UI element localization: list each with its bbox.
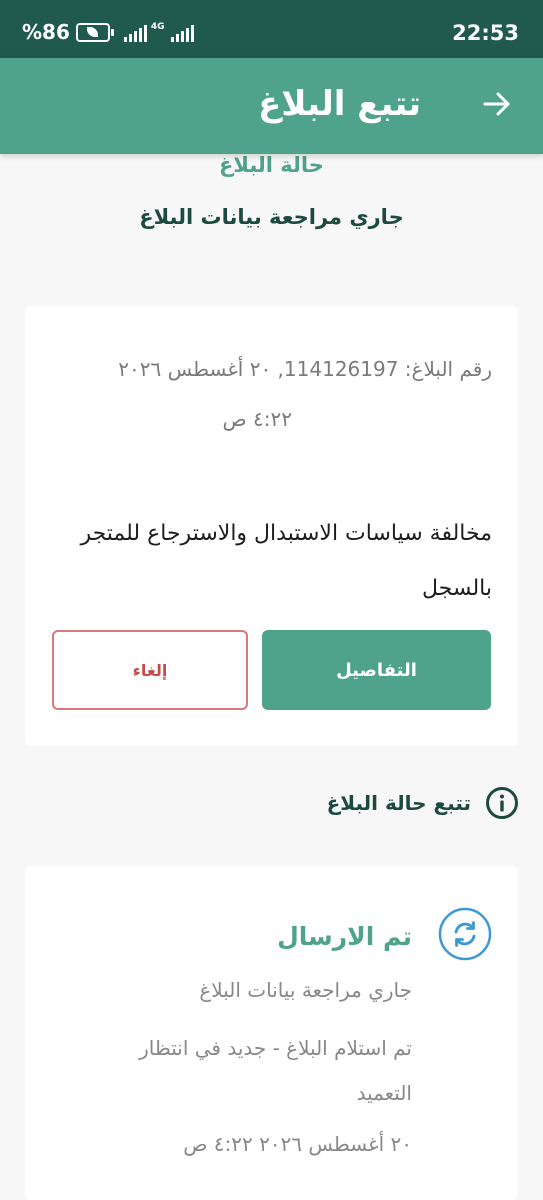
battery-percent: %86 bbox=[22, 20, 70, 44]
report-number-date: رقم البلاغ: 114126197, ٢٠ أغسطس ٢٠٢٦ bbox=[118, 357, 492, 381]
step-title: تم الارسال bbox=[277, 922, 412, 951]
report-reason-line1: مخالفة سياسات الاستبدال والاسترجاع للمتج… bbox=[80, 521, 492, 546]
report-meta: رقم البلاغ: 114126197, ٢٠ أغسطس ٢٠٢٦ ٤:٢… bbox=[52, 344, 492, 444]
sync-icon bbox=[438, 907, 492, 961]
step-subtitle: جاري مراجعة بيانات البلاغ bbox=[199, 978, 412, 1002]
report-card: رقم البلاغ: 114126197, ٢٠ أغسطس ٢٠٢٦ ٤:٢… bbox=[25, 306, 518, 746]
step-description: تم استلام البلاغ - جديد في انتظار التعمي… bbox=[139, 1036, 412, 1105]
arrow-right-icon[interactable] bbox=[481, 88, 513, 120]
tracking-section-header: تتبع حالة البلاغ bbox=[327, 786, 519, 820]
status-bar: %86 4G 22:53 bbox=[0, 0, 543, 58]
report-reason-line2: بالسجل bbox=[421, 576, 492, 601]
info-icon bbox=[486, 787, 518, 819]
status-left-group: %86 4G bbox=[22, 20, 194, 44]
tracking-title: تتبع حالة البلاغ bbox=[326, 791, 471, 815]
report-status-value: جاري مراجعة بيانات البلاغ bbox=[139, 205, 404, 229]
report-status-label: حالة البلاغ bbox=[219, 153, 324, 177]
battery-icon bbox=[75, 22, 114, 42]
cancel-button[interactable]: إلغاء bbox=[52, 630, 248, 710]
step-date: ٢٠ أغسطس ٢٠٢٦ ٤:٢٢ ص bbox=[183, 1132, 412, 1156]
details-button[interactable]: التفاصيل bbox=[262, 630, 491, 710]
report-reason: مخالفة سياسات الاستبدال والاسترجاع للمتج… bbox=[47, 506, 492, 616]
signal-icon: 4G bbox=[123, 22, 194, 42]
clock: 22:53 bbox=[452, 21, 519, 45]
network-type: 4G bbox=[150, 22, 165, 32]
tracking-step-card: تم الارسال جاري مراجعة بيانات البلاغ تم … bbox=[25, 866, 518, 1200]
screen: %86 4G 22:53 تتبع البلاغ حالة البلاغ جار… bbox=[0, 0, 543, 1200]
report-time: ٤:٢٢ ص bbox=[222, 407, 292, 431]
page-title: تتبع البلاغ bbox=[258, 84, 421, 124]
app-bar: تتبع البلاغ bbox=[0, 58, 543, 154]
